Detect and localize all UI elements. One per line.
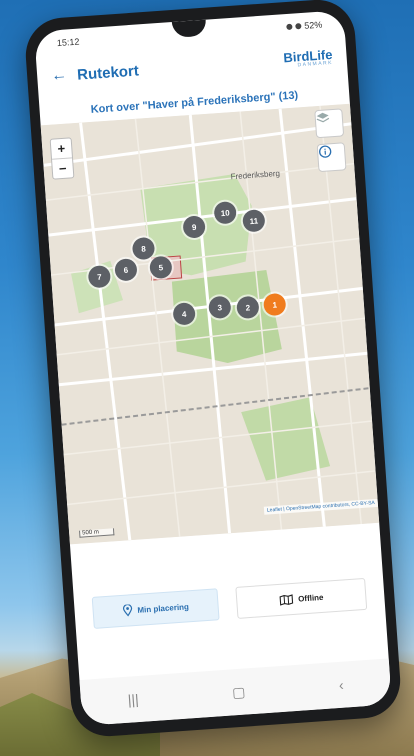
signal-icon xyxy=(286,23,293,31)
my-location-label: Min placering xyxy=(137,601,190,615)
my-location-button[interactable]: Min placering xyxy=(91,588,220,629)
info-icon xyxy=(319,145,332,158)
layers-icon xyxy=(316,112,330,123)
route-map[interactable]: + − Frederiksberg 1 2 3 4 5 6 7 8 9 10 1… xyxy=(40,103,380,545)
recent-apps-icon[interactable]: ||| xyxy=(127,691,139,708)
zoom-in-button[interactable]: + xyxy=(51,138,72,158)
brand-logo: BirdLife DANMARK xyxy=(283,47,333,69)
location-pin-icon xyxy=(122,604,132,617)
back-arrow-icon[interactable]: ← xyxy=(51,66,68,85)
status-time: 15:12 xyxy=(56,36,80,49)
layers-button[interactable] xyxy=(314,108,345,139)
battery-level: 52% xyxy=(303,19,323,31)
phone-screen: 15:12 52% ← Rutekort BirdLife DANMARK Ko… xyxy=(34,10,392,726)
nav-back-icon[interactable]: ‹ xyxy=(338,677,344,693)
status-icons: 52% xyxy=(286,20,323,32)
phone: 15:12 52% ← Rutekort BirdLife DANMARK Ko… xyxy=(23,0,403,739)
wifi-icon xyxy=(295,23,302,30)
offline-button[interactable]: Offline xyxy=(235,577,368,619)
zoom-out-button[interactable]: − xyxy=(52,157,74,179)
page-title: Rutekort xyxy=(76,61,140,84)
offline-map-icon xyxy=(279,593,293,606)
offline-label: Offline xyxy=(297,592,324,604)
phone-body: 15:12 52% ← Rutekort BirdLife DANMARK Ko… xyxy=(23,0,403,739)
zoom-control: + − xyxy=(49,137,75,180)
system-nav-bar: ||| ▢ ‹ xyxy=(79,658,392,726)
home-icon[interactable]: ▢ xyxy=(232,683,246,701)
info-button[interactable] xyxy=(316,142,347,173)
bottom-actions: Min placering Offline xyxy=(70,523,386,638)
